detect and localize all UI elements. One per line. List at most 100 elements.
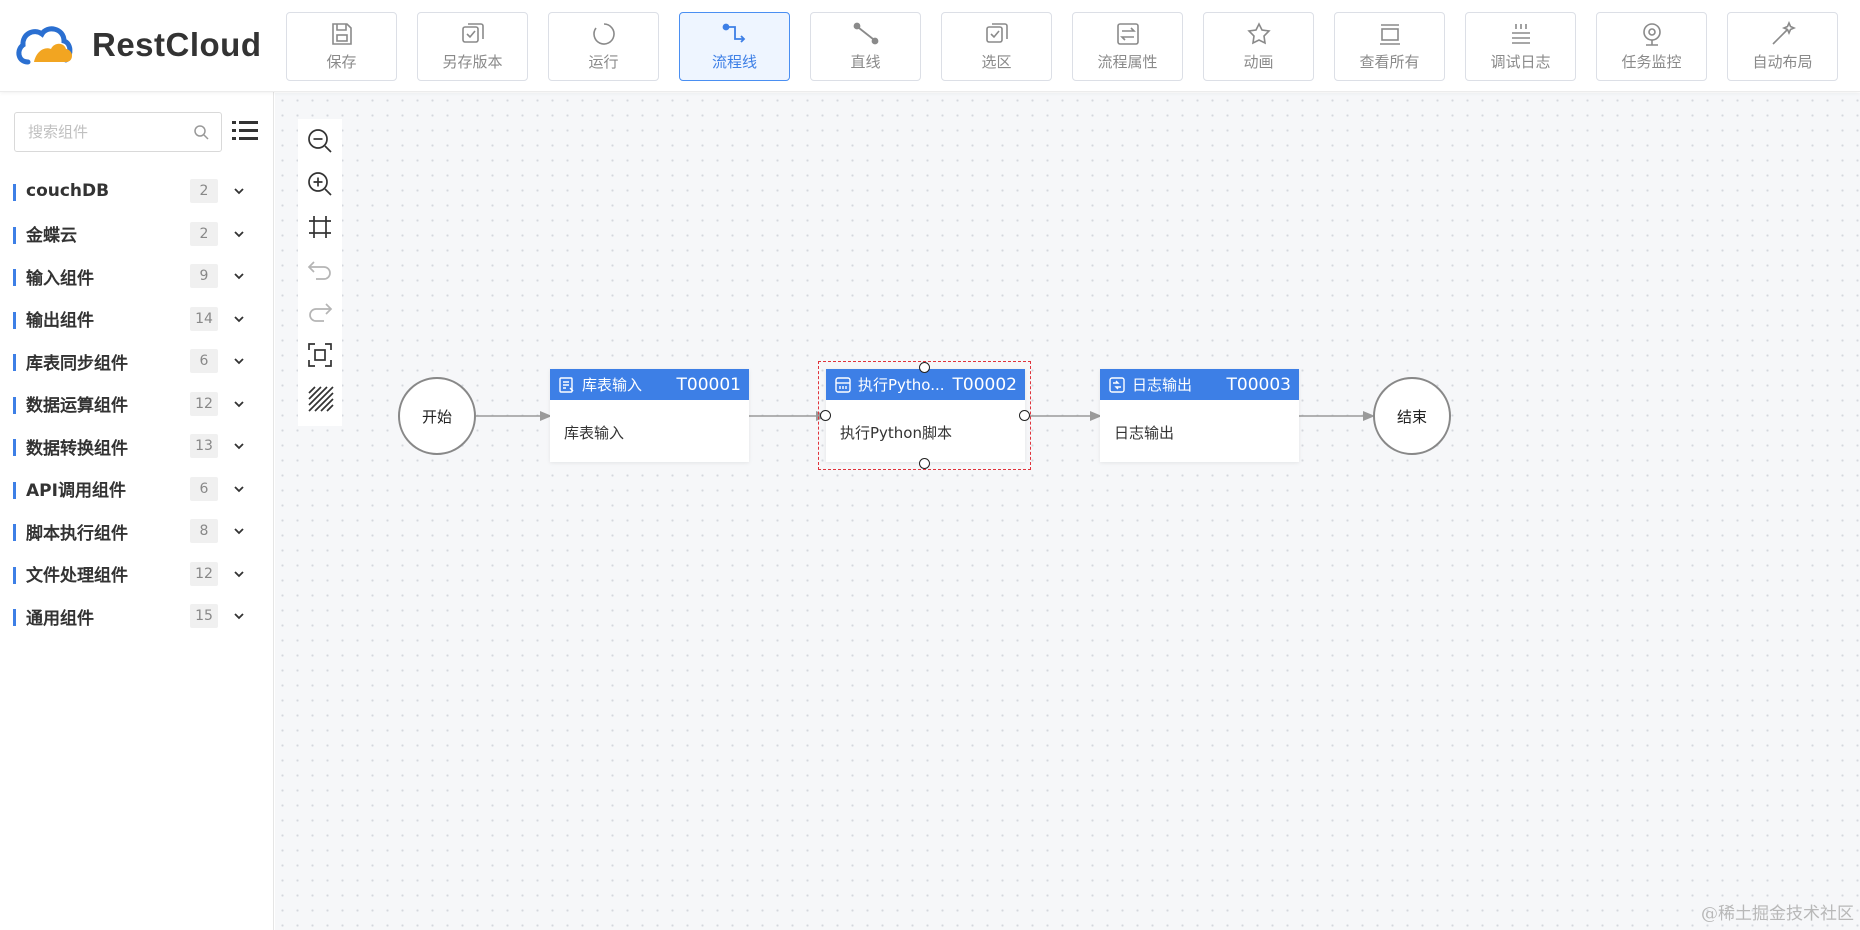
group-count-badge: 12 xyxy=(190,391,218,416)
chevron-down-icon[interactable] xyxy=(232,227,246,241)
zoom-in-button[interactable] xyxy=(305,170,335,199)
group-data-compute[interactable]: 数据运算组件 12 xyxy=(0,383,274,426)
run-icon xyxy=(592,23,615,45)
group-label: 通用组件 xyxy=(26,608,94,629)
save-button[interactable]: 保存 xyxy=(286,12,397,81)
chevron-down-icon[interactable] xyxy=(232,354,246,368)
task-body: 日志输出 xyxy=(1114,424,1175,442)
chevron-down-icon[interactable] xyxy=(232,397,246,411)
chevron-down-icon[interactable] xyxy=(232,312,246,326)
task-monitor-label: 任务监控 xyxy=(1621,53,1682,71)
task-header: 执行Pytho... T00002 xyxy=(826,369,1025,400)
python-script-icon xyxy=(835,376,851,393)
group-count-badge: 8 xyxy=(190,519,218,544)
chevron-down-icon[interactable] xyxy=(232,184,246,198)
group-script-exec[interactable]: 脚本执行组件 8 xyxy=(0,510,274,553)
redo-button[interactable] xyxy=(305,298,335,327)
run-button[interactable]: 运行 xyxy=(548,12,659,81)
run-label: 运行 xyxy=(588,53,619,71)
group-count-badge: 14 xyxy=(190,306,218,331)
save-label: 保存 xyxy=(326,53,357,71)
start-node[interactable]: 开始 xyxy=(398,377,476,455)
group-output[interactable]: 输出组件 14 xyxy=(0,298,274,341)
flow-line-button[interactable]: 流程线 xyxy=(679,12,790,81)
group-input[interactable]: 输入组件 9 xyxy=(0,255,274,298)
chevron-down-icon[interactable] xyxy=(232,482,246,496)
zoom-in-icon xyxy=(308,172,332,196)
watermark: @稀土掘金技术社区 xyxy=(1701,904,1854,924)
flow-properties-button[interactable]: 流程属性 xyxy=(1072,12,1183,81)
debug-log-button[interactable]: 调试日志 xyxy=(1465,12,1576,81)
auto-layout-icon xyxy=(1771,21,1796,45)
task-id: T00001 xyxy=(676,374,741,395)
group-count-badge: 2 xyxy=(190,179,218,204)
undo-button[interactable] xyxy=(305,255,335,284)
connect-handle-right[interactable] xyxy=(1019,410,1030,421)
flow-canvas[interactable] xyxy=(275,93,1860,930)
group-label: 数据运算组件 xyxy=(26,396,128,417)
flow-line-icon xyxy=(722,23,745,43)
task-name: 库表输入 xyxy=(582,376,643,394)
actual-size-button[interactable] xyxy=(305,341,335,370)
group-marker xyxy=(13,396,16,414)
task-header: 库表输入 T00001 xyxy=(550,369,749,400)
selection-icon xyxy=(985,23,1008,43)
connect-handle-bottom[interactable] xyxy=(919,458,930,469)
group-file-processing[interactable]: 文件处理组件 12 xyxy=(0,553,274,596)
task-id: T00003 xyxy=(1226,374,1291,395)
chevron-down-icon[interactable] xyxy=(232,567,246,581)
group-label: 输出组件 xyxy=(26,311,94,332)
save-version-button[interactable]: 另存版本 xyxy=(417,12,528,81)
chevron-down-icon[interactable] xyxy=(232,269,246,283)
view-all-button[interactable]: 查看所有 xyxy=(1334,12,1445,81)
end-node[interactable]: 结束 xyxy=(1373,377,1451,455)
group-data-transform[interactable]: 数据转换组件 13 xyxy=(0,425,274,468)
list-view-icon[interactable] xyxy=(232,119,258,143)
group-marker xyxy=(13,354,16,371)
grid-toggle-button[interactable] xyxy=(305,383,335,412)
group-marker xyxy=(13,269,16,286)
group-api-call[interactable]: API调用组件 6 xyxy=(0,468,274,511)
zoom-out-button[interactable] xyxy=(305,127,335,156)
chevron-down-icon[interactable] xyxy=(232,524,246,538)
chevron-down-icon[interactable] xyxy=(232,439,246,453)
task-monitor-button[interactable]: 任务监控 xyxy=(1596,12,1707,81)
fit-view-button[interactable] xyxy=(305,212,335,241)
group-label: 输入组件 xyxy=(26,268,94,289)
task-node-t00002[interactable]: 执行Pytho... T00002 执行Python脚本 xyxy=(826,369,1025,462)
group-general[interactable]: 通用组件 15 xyxy=(0,595,274,638)
group-count-badge: 6 xyxy=(190,349,218,374)
view-all-label: 查看所有 xyxy=(1359,53,1420,71)
brand-logo[interactable]: RestCloud xyxy=(14,22,262,68)
group-kingdee[interactable]: 金蝶云 2 xyxy=(0,213,274,256)
task-node-t00001[interactable]: 库表输入 T00001 库表输入 xyxy=(550,369,749,462)
task-node-t00003[interactable]: 日志输出 T00003 日志输出 xyxy=(1100,369,1299,462)
group-table-sync[interactable]: 库表同步组件 6 xyxy=(0,340,274,383)
group-count-badge: 12 xyxy=(190,561,218,586)
view-all-icon xyxy=(1379,24,1400,45)
chevron-down-icon[interactable] xyxy=(232,609,246,623)
search-icon[interactable] xyxy=(193,124,209,140)
selection-button[interactable]: 选区 xyxy=(941,12,1052,81)
group-marker xyxy=(13,311,16,329)
straight-line-button[interactable]: 直线 xyxy=(810,12,921,81)
flow-properties-label: 流程属性 xyxy=(1097,53,1158,71)
group-marker xyxy=(13,566,16,584)
task-body: 库表输入 xyxy=(564,424,625,442)
start-node-label: 开始 xyxy=(421,407,452,426)
group-label: 脚本执行组件 xyxy=(26,523,128,544)
auto-layout-button[interactable]: 自动布局 xyxy=(1727,12,1838,81)
straight-line-icon xyxy=(853,22,878,45)
component-groups: couchDB 2 金蝶云 2 输入组件 9 输出组件 14 库表同步组件 6 数据运算组… xyxy=(0,170,274,638)
search-input[interactable] xyxy=(28,123,188,141)
group-marker xyxy=(13,184,16,201)
connect-handle-left[interactable] xyxy=(820,410,831,421)
animation-button[interactable]: 动画 xyxy=(1203,12,1314,81)
group-count-badge: 2 xyxy=(190,221,218,246)
flow-properties-icon xyxy=(1116,23,1139,45)
component-sidebar: couchDB 2 金蝶云 2 输入组件 9 输出组件 14 库表同步组件 6 数据运算组… xyxy=(0,92,274,930)
canvas-toolbar xyxy=(298,119,342,426)
group-couchdb[interactable]: couchDB 2 xyxy=(0,170,274,213)
connect-handle-top[interactable] xyxy=(919,362,930,373)
group-count-badge: 9 xyxy=(190,264,218,289)
